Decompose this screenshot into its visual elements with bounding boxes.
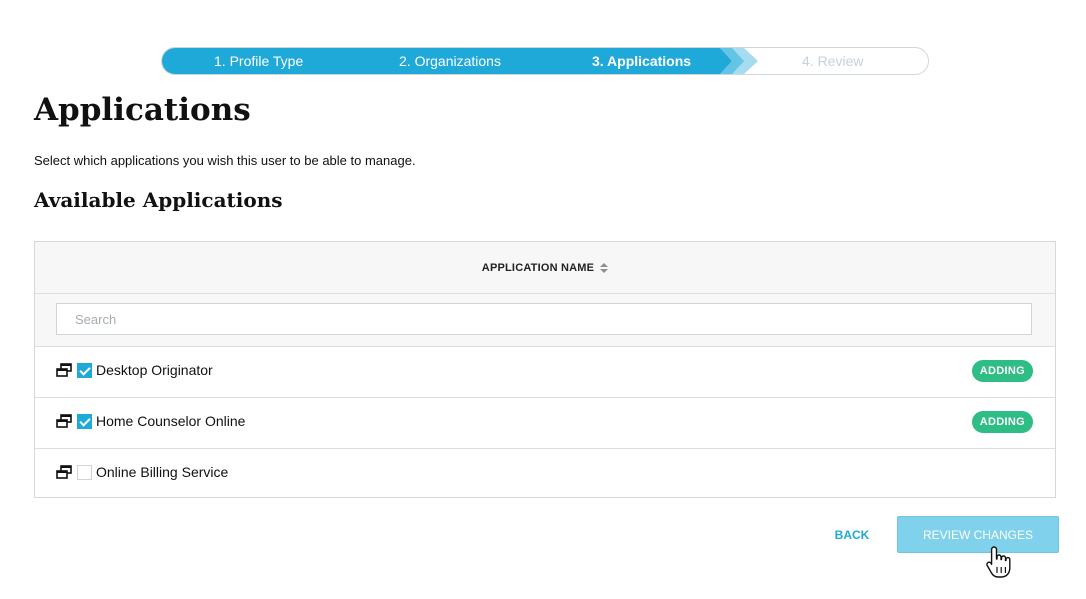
progress-stepper: 1. Profile Type 2. Organizations 3. Appl… [161,47,929,75]
step-applications[interactable]: 3. Applications [592,48,691,74]
step-review: 4. Review [802,53,864,69]
section-title: Available Applications [34,188,283,212]
step-profile-type[interactable]: 1. Profile Type [214,48,303,74]
windows-restore-icon [56,465,72,479]
row-checkbox[interactable] [77,363,92,378]
row-checkbox[interactable] [77,465,92,480]
table-row: Home Counselor Online ADDING [35,398,1055,449]
windows-restore-icon [56,363,72,377]
application-name: Home Counselor Online [96,413,246,429]
application-name: Desktop Originator [96,362,213,378]
status-badge: ADDING [971,360,1033,382]
back-button[interactable]: BACK [826,520,878,550]
application-name: Online Billing Service [96,464,229,480]
page-title: Applications [34,92,251,128]
search-row [35,294,1055,347]
search-input[interactable] [56,303,1032,335]
column-header-label: APPLICATION NAME [481,261,595,274]
table-row: Online Billing Service [35,449,1055,499]
page-intro-text: Select which applications you wish this … [34,153,416,168]
hand-pointer-icon [986,546,1011,578]
applications-table: APPLICATION NAME Desktop Originator ADDI… [34,241,1056,498]
step-organizations[interactable]: 2. Organizations [399,48,501,74]
sort-icon[interactable] [600,262,609,273]
review-changes-button[interactable]: REVIEW CHANGES [897,516,1059,553]
column-header-application-name[interactable]: APPLICATION NAME [35,242,1055,294]
stepper-chevron-arrows [702,48,758,74]
row-checkbox[interactable] [77,414,92,429]
status-badge: ADDING [971,411,1033,433]
windows-restore-icon [56,414,72,428]
table-row: Desktop Originator ADDING [35,347,1055,398]
